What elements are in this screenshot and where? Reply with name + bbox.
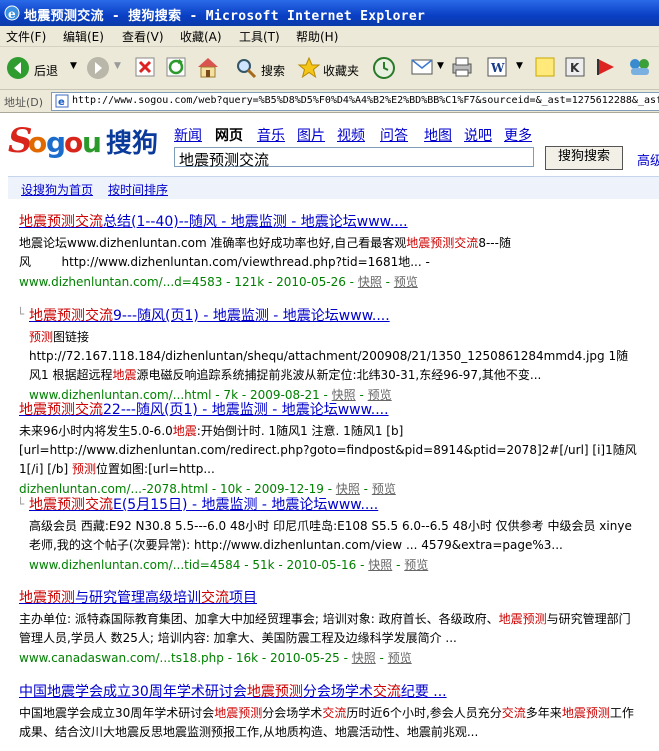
result-snippet: 地震论坛www.dizhenluntan.com 准确率也好成功率也好,自己看最… [19, 236, 511, 269]
result-title[interactable]: 地震预测交流总结(1--40)--随风 - 地震监测 - 地震论坛www.... [19, 211, 639, 231]
set-homepage-link[interactable]: 设搜狗为首页 [21, 181, 93, 198]
nav-music[interactable]: 音乐 [257, 125, 285, 145]
nav-qa[interactable]: 问答 [380, 125, 408, 145]
result-url: www.dizhenluntan.com/...d=4583 - 121k - … [19, 275, 358, 289]
flag-tool-icon[interactable] [595, 56, 617, 78]
nav-map[interactable]: 地图 [424, 125, 452, 145]
svg-text:e: e [58, 97, 65, 108]
menu-file[interactable]: 文件(F) [6, 28, 46, 45]
result-url: www.dizhenluntan.com/...tid=4584 - 51k -… [29, 558, 369, 572]
menu-bar: 文件(F) 编辑(E) 查看(V) 收藏(A) 工具(T) 帮助(H) [0, 26, 659, 47]
result-snapshot-link[interactable]: 快照 [352, 651, 376, 665]
result-preview-link[interactable]: 预览 [404, 558, 428, 572]
search-magnifier-icon[interactable] [234, 56, 258, 80]
k-tool-icon[interactable]: K [564, 56, 586, 78]
result-preview-link[interactable]: 预览 [388, 651, 412, 665]
address-label: 地址(D) [4, 96, 44, 109]
print-icon[interactable] [450, 56, 474, 78]
result-title[interactable]: 地震预测交流E(5月15日) - 地震监测 - 地震论坛www.... [29, 494, 639, 514]
address-url[interactable]: http://www.sogou.com/web?query=%B5%D8%D5… [72, 95, 659, 106]
result-snapshot-link[interactable]: 快照 [358, 275, 382, 289]
svg-text:e: e [8, 7, 16, 21]
nav-news[interactable]: 新闻 [174, 125, 202, 145]
sogou-search-button[interactable]: 搜狗搜索 [545, 146, 623, 170]
result-snippet: 预测图链接http://72.167.118.184/dizhenluntan/… [29, 330, 629, 382]
result-snippet: 中国地震学会成立30周年学术研讨会地震预测分会场学术交流历时近6个小时,参会人员… [19, 706, 634, 739]
svg-text:W: W [490, 61, 505, 75]
mail-icon[interactable] [410, 56, 436, 78]
history-icon[interactable] [372, 56, 396, 80]
word-edit-icon[interactable]: W [486, 56, 510, 78]
refresh-icon[interactable] [165, 56, 187, 78]
result-title[interactable]: 地震预测交流9---随风(页1) - 地震监测 - 地震论坛www.... [29, 305, 639, 325]
edit-dropdown-icon[interactable]: ▼ [516, 61, 523, 71]
menu-edit[interactable]: 编辑(E) [63, 28, 104, 45]
sogou-logo[interactable]: S o g o u 搜狗 [8, 118, 168, 165]
address-input[interactable]: e http://www.sogou.com/web?query=%B5%D8%… [51, 92, 659, 111]
mail-dropdown-icon[interactable]: ▼ [437, 61, 444, 71]
nav-web[interactable]: 网页 [215, 125, 243, 145]
menu-help[interactable]: 帮助(H) [296, 28, 338, 45]
search-result: 地震预测交流E(5月15日) - 地震监测 - 地震论坛www.... 高级会员… [29, 494, 639, 573]
svg-text:o: o [28, 126, 47, 159]
indent-connector-icon: └ [17, 307, 25, 321]
result-snapshot-link[interactable]: 快照 [368, 558, 392, 572]
toolbar: 后退 ▼ ▼ 搜索 收藏夹 ▼ W ▼ K [0, 47, 659, 90]
title-bar: e 地震预测交流 - 搜狗搜索 - Microsoft Internet Exp… [0, 0, 659, 26]
search-button-label[interactable]: 搜索 [261, 62, 285, 79]
result-title[interactable]: 地震预测与研究管理高级培训交流项目 [19, 587, 639, 607]
svg-text:K: K [570, 61, 580, 75]
favorites-button-label[interactable]: 收藏夹 [323, 62, 359, 79]
favorites-star-icon[interactable] [297, 56, 321, 80]
nav-images[interactable]: 图片 [297, 125, 325, 145]
window-title: 地震预测交流 - 搜狗搜索 - Microsoft Internet Explo… [24, 9, 426, 24]
home-icon[interactable] [196, 56, 220, 78]
result-url-line: www.dizhenluntan.com/...d=4583 - 121k - … [19, 275, 418, 289]
nav-video[interactable]: 视频 [337, 125, 365, 145]
indent-connector-icon: └ [17, 497, 25, 511]
forward-dropdown-icon[interactable]: ▼ [114, 61, 121, 71]
page-icon: e [55, 94, 69, 108]
result-preview-link[interactable]: 预览 [394, 275, 418, 289]
svg-text:o: o [64, 126, 83, 159]
messenger-icon[interactable] [627, 56, 653, 78]
search-result: 地震预测交流22---随风(页1) - 地震监测 - 地震论坛www.... 未… [19, 399, 639, 497]
stop-icon[interactable] [134, 56, 156, 78]
svg-text:u: u [82, 126, 102, 159]
note-icon[interactable] [534, 56, 556, 78]
menu-tools[interactable]: 工具(T) [239, 28, 280, 45]
advanced-search-link[interactable]: 高级 [637, 150, 659, 169]
sogou-logo-icon: S o g o u 搜狗 [8, 121, 158, 161]
result-title[interactable]: 中国地震学会成立30周年学术研讨会地震预测分会场学术交流纪要 ... [19, 681, 639, 701]
result-url-line: www.dizhenluntan.com/...tid=4584 - 51k -… [29, 558, 429, 572]
result-url: www.canadaswan.com/...ts18.php - 16k - 2… [19, 651, 352, 665]
search-result: 地震预测交流总结(1--40)--随风 - 地震监测 - 地震论坛www....… [19, 211, 639, 290]
search-input[interactable]: 地震预测交流 [174, 147, 534, 169]
nav-shuoba[interactable]: 说吧 [464, 125, 492, 145]
ie-logo-icon: e [4, 5, 20, 21]
result-snippet: 主办单位: 派特森国际教育集团、加拿大中加经贸理事会; 培训对象: 政府首长、各… [19, 612, 631, 645]
result-title[interactable]: 地震预测交流22---随风(页1) - 地震监测 - 地震论坛www.... [19, 399, 639, 419]
search-result: 中国地震学会成立30周年学术研讨会地震预测分会场学术交流纪要 ... 中国地震学… [19, 681, 639, 742]
menu-favorites[interactable]: 收藏(A) [180, 28, 222, 45]
back-arrow-icon[interactable] [6, 56, 30, 80]
forward-arrow-icon[interactable] [86, 56, 110, 80]
back-button-label[interactable]: 后退 [34, 62, 58, 79]
result-snippet: 高级会员 西藏:E92 N30.8 5.5---6.0 48小时 印尼爪哇岛:E… [29, 519, 632, 552]
search-result: 地震预测交流9---随风(页1) - 地震监测 - 地震论坛www.... 预测… [29, 305, 639, 403]
page-content: S o g o u 搜狗 新闻 网页 音乐 图片 视频 问答 地图 说吧 更多 … [0, 113, 659, 751]
sub-toolbar: 设搜狗为首页 按时间排序 [8, 176, 659, 199]
result-snippet: 未来96小时内将发生5.0-6.0地震:开始倒计时. 1随风1 注意. 1随风1… [19, 424, 637, 476]
svg-text:搜狗: 搜狗 [106, 129, 158, 159]
result-url-line: www.canadaswan.com/...ts18.php - 16k - 2… [19, 651, 412, 665]
menu-view[interactable]: 查看(V) [122, 28, 164, 45]
search-result: 地震预测与研究管理高级培训交流项目 主办单位: 派特森国际教育集团、加拿大中加经… [19, 587, 639, 666]
sort-by-time-link[interactable]: 按时间排序 [108, 181, 168, 198]
nav-more[interactable]: 更多 [504, 125, 532, 145]
back-dropdown-icon[interactable]: ▼ [70, 61, 77, 71]
address-bar: 地址(D) e http://www.sogou.com/web?query=%… [0, 90, 659, 113]
